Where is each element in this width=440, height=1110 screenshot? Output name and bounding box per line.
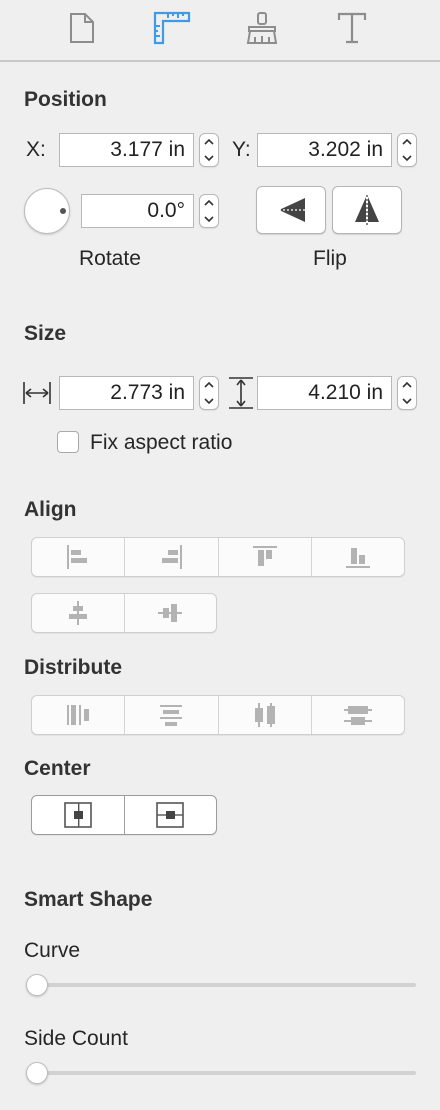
- fix-aspect-label: Fix aspect ratio: [90, 431, 233, 454]
- center-heading: Center: [24, 757, 91, 780]
- height-field[interactable]: 4.210 in: [257, 376, 392, 410]
- y-label: Y:: [232, 138, 251, 161]
- curve-slider-knob[interactable]: [26, 974, 48, 996]
- brush-icon: [246, 12, 278, 44]
- align-right-button[interactable]: [125, 538, 219, 576]
- center-horizontally-icon: [63, 802, 92, 828]
- curve-slider-track[interactable]: [26, 983, 416, 987]
- align-segmented-row-2: [31, 593, 217, 633]
- center-segmented: [31, 795, 217, 835]
- center-vertically-button[interactable]: [125, 796, 217, 834]
- width-stepper[interactable]: [199, 376, 219, 410]
- y-stepper[interactable]: [397, 133, 417, 167]
- flip-horizontal-icon: [275, 198, 307, 222]
- fix-aspect-checkbox[interactable]: [57, 431, 79, 453]
- x-label: X:: [26, 138, 46, 161]
- width-icon: [23, 382, 51, 404]
- smart-shape-heading: Smart Shape: [24, 888, 153, 911]
- chevron-up-icon: [204, 138, 214, 145]
- align-top-icon: [252, 546, 277, 566]
- text-icon: [337, 12, 367, 44]
- width-field[interactable]: 2.773 in: [59, 376, 194, 410]
- ruler-icon: [153, 11, 191, 45]
- distribute-left-button[interactable]: [32, 696, 126, 734]
- x-stepper[interactable]: [199, 133, 219, 167]
- dial-indicator: [60, 208, 66, 214]
- chevron-up-icon: [402, 138, 412, 145]
- x-field[interactable]: 3.177 in: [59, 133, 194, 167]
- distribute-horizontal-centers-button[interactable]: [219, 696, 312, 734]
- chevron-down-icon: [204, 216, 214, 223]
- flip-vertical-icon: [355, 195, 379, 225]
- align-center-horizontal-button[interactable]: [32, 594, 125, 632]
- rotation-stepper[interactable]: [199, 194, 219, 228]
- tab-document[interactable]: [62, 10, 102, 46]
- chevron-down-icon: [402, 398, 412, 405]
- distribute-segmented: [31, 695, 405, 735]
- rotation-field[interactable]: 0.0°: [81, 194, 194, 228]
- side-count-label: Side Count: [24, 1027, 128, 1050]
- center-vertically-icon: [156, 802, 185, 828]
- chevron-down-icon: [204, 398, 214, 405]
- chevron-down-icon: [204, 155, 214, 162]
- align-right-icon: [162, 545, 183, 569]
- align-left-button[interactable]: [32, 538, 126, 576]
- distribute-vertical-centers-icon: [343, 706, 372, 725]
- rotation-dial[interactable]: [24, 188, 70, 234]
- align-left-icon: [67, 545, 88, 569]
- align-top-button[interactable]: [219, 538, 312, 576]
- tab-arrange[interactable]: [152, 10, 192, 46]
- document-icon: [70, 13, 94, 43]
- curve-label: Curve: [24, 939, 81, 962]
- distribute-vertical-edges-icon: [160, 705, 183, 726]
- flip-label: Flip: [313, 247, 347, 270]
- flip-vertical-button[interactable]: [332, 186, 402, 234]
- align-bottom-button[interactable]: [312, 538, 404, 576]
- tab-text[interactable]: [332, 10, 372, 46]
- height-icon: [229, 377, 253, 409]
- side-count-slider-track[interactable]: [26, 1071, 416, 1075]
- size-heading: Size: [24, 322, 67, 345]
- height-stepper[interactable]: [397, 376, 417, 410]
- y-field[interactable]: 3.202 in: [257, 133, 392, 167]
- chevron-down-icon: [402, 155, 412, 162]
- flip-horizontal-button[interactable]: [256, 186, 326, 234]
- align-center-horizontal-icon: [68, 601, 87, 625]
- align-segmented-row-1: [31, 537, 405, 577]
- position-heading: Position: [24, 88, 107, 111]
- align-center-vertical-button[interactable]: [125, 594, 217, 632]
- chevron-up-icon: [204, 199, 214, 206]
- chevron-up-icon: [402, 381, 412, 388]
- align-center-vertical-icon: [158, 604, 183, 622]
- distribute-heading: Distribute: [24, 656, 123, 679]
- side-count-slider-knob[interactable]: [26, 1062, 48, 1084]
- tab-style[interactable]: [242, 10, 282, 46]
- rotate-label: Rotate: [79, 247, 141, 270]
- distribute-horizontal-centers-icon: [254, 703, 275, 727]
- distribute-vertical-button[interactable]: [125, 696, 219, 734]
- chevron-up-icon: [204, 381, 214, 388]
- distribute-vertical-centers-button[interactable]: [312, 696, 404, 734]
- distribute-horizontal-edges-icon: [67, 705, 90, 725]
- center-horizontally-button[interactable]: [32, 796, 125, 834]
- align-heading: Align: [24, 498, 77, 521]
- align-bottom-icon: [345, 548, 370, 568]
